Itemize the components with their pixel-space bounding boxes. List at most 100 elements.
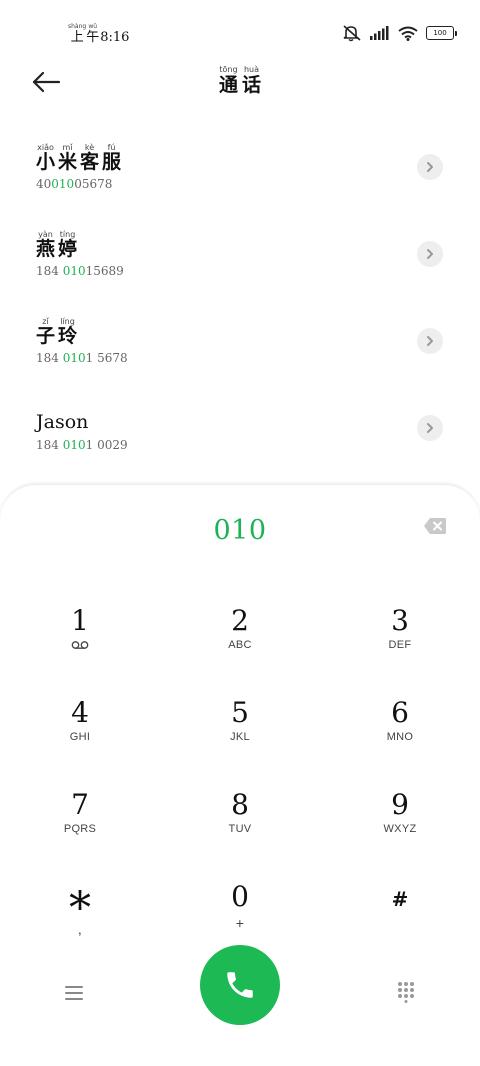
contact-details-button[interactable]	[417, 241, 443, 267]
number-part: 1 0029	[85, 438, 128, 452]
menu-icon[interactable]	[62, 983, 86, 1003]
key-3[interactable]: 3 DEF	[340, 605, 460, 685]
key-digit: 5	[231, 696, 249, 729]
dialer-panel: 010 1 2 ABC 3 DEF 4 GHI 5 JKL 6 MNO 7 PQ…	[0, 484, 480, 1066]
key-digit: #	[391, 887, 409, 911]
key-4[interactable]: 4 GHI	[20, 697, 140, 777]
key-letters: ABC	[228, 639, 252, 651]
hanzi: 玲	[58, 325, 78, 347]
number-part: 05678	[74, 177, 113, 191]
key-8[interactable]: 8 TUV	[180, 789, 300, 869]
contact-row[interactable]: zǐ 子 líng 玲 184 0101 5678	[0, 314, 480, 394]
contact-name: xiǎo 小 mǐ 米 kè 客 fú 服	[36, 144, 121, 172]
contact-row[interactable]: yàn 燕 tíng 婷 184 01015689	[0, 227, 480, 307]
chevron-right-icon	[427, 249, 433, 259]
key-letters: MNO	[386, 731, 414, 743]
key-digit: 8	[231, 788, 249, 821]
name-char: kè 客	[80, 144, 99, 172]
hanzi: 婷	[58, 238, 78, 260]
contact-name: Jason	[36, 411, 89, 433]
key-9[interactable]: 9 WXYZ	[340, 789, 460, 869]
status-time: shàng 上 wǔ 午 8:16	[68, 24, 130, 45]
key-6[interactable]: 6 MNO	[340, 697, 460, 777]
hanzi: 话	[242, 74, 262, 96]
contact-details-button[interactable]	[417, 328, 443, 354]
key-digit: 4	[71, 696, 89, 729]
name-char: líng 玲	[58, 318, 77, 346]
number-match: 010	[51, 177, 75, 191]
key-hash[interactable]: #	[340, 883, 460, 963]
key-letters: GHI	[69, 731, 91, 743]
hanzi: 小	[36, 151, 56, 173]
key-digit: 1	[71, 604, 89, 637]
key-7[interactable]: 7 PQRS	[20, 789, 140, 869]
contact-details-button[interactable]	[417, 154, 443, 180]
status-icons: 100	[342, 24, 457, 42]
contact-name: zǐ 子 líng 玲	[36, 318, 77, 346]
key-digit: 7	[71, 788, 89, 821]
key-1[interactable]: 1	[20, 605, 140, 685]
contact-row[interactable]: xiǎo 小 mǐ 米 kè 客 fú 服 4001005678	[0, 140, 480, 220]
name-char: mǐ 米	[58, 144, 77, 172]
key-letters: WXYZ	[383, 823, 417, 835]
number-match: 010	[62, 351, 86, 365]
key-digit: 0	[231, 880, 249, 913]
time-prefix-char: wǔ 午	[86, 24, 100, 45]
contact-number: 4001005678	[36, 177, 112, 191]
signal-icon	[370, 26, 389, 40]
hanzi: 子	[36, 325, 56, 347]
hanzi: 上	[70, 30, 84, 45]
key-digit: 3	[391, 604, 409, 637]
backspace-icon[interactable]	[423, 517, 447, 535]
wifi-icon	[398, 26, 418, 41]
hanzi: 午	[86, 30, 100, 45]
clock-time: 8:16	[100, 30, 130, 45]
number-part: 40	[36, 177, 52, 191]
hanzi: 通	[218, 74, 238, 96]
key-2[interactable]: 2 ABC	[180, 605, 300, 685]
key-digit: 9	[391, 788, 409, 821]
contact-name: yàn 燕 tíng 婷	[36, 231, 77, 259]
dialed-number: 010	[213, 515, 267, 546]
call-button[interactable]	[200, 945, 280, 1025]
number-part: 184	[36, 438, 63, 452]
name-char: yàn 燕	[36, 231, 55, 259]
key-letters: +	[235, 915, 245, 931]
number-match: 010	[62, 438, 86, 452]
key-letters: PQRS	[63, 823, 97, 835]
key-5[interactable]: 5 JKL	[180, 697, 300, 777]
contact-details-button[interactable]	[417, 415, 443, 441]
contact-number: 184 0101 0029	[36, 438, 128, 452]
app-header: tōng 通 huà 话	[0, 60, 480, 110]
name-char: xiǎo 小	[36, 144, 55, 172]
title-char: huà 话	[242, 66, 261, 95]
title-char: tōng 通	[219, 66, 238, 95]
battery-icon: 100	[426, 26, 457, 40]
contact-row[interactable]: Jason 184 0101 0029	[0, 401, 480, 481]
hanzi: 米	[58, 151, 78, 173]
name-char: zǐ 子	[36, 318, 55, 346]
status-bar: shàng 上 wǔ 午 8:16 100	[0, 0, 480, 64]
hanzi: 燕	[36, 238, 56, 260]
key-letters: TUV	[228, 823, 252, 835]
number-part: 184	[36, 264, 63, 278]
key-letters: JKL	[230, 731, 250, 743]
time-prefix-char: shàng 上	[68, 24, 86, 45]
keypad-toggle-icon[interactable]	[396, 981, 416, 1003]
number-part: 15689	[85, 264, 124, 278]
phone-icon	[227, 972, 253, 998]
number-part: 184	[36, 351, 63, 365]
mute-bell-icon	[343, 25, 361, 42]
key-star[interactable]: * ,	[20, 885, 140, 965]
contact-number: 184 0101 5678	[36, 351, 128, 365]
voicemail-icon	[71, 641, 89, 649]
key-letters: ,	[77, 921, 83, 937]
chevron-right-icon	[427, 336, 433, 346]
key-digit: 6	[391, 696, 409, 729]
number-match: 010	[62, 264, 86, 278]
chevron-right-icon	[427, 423, 433, 433]
number-part: 1 5678	[85, 351, 128, 365]
battery-level: 100	[433, 29, 447, 37]
key-letters: DEF	[388, 639, 412, 651]
hanzi: 客	[80, 151, 100, 173]
